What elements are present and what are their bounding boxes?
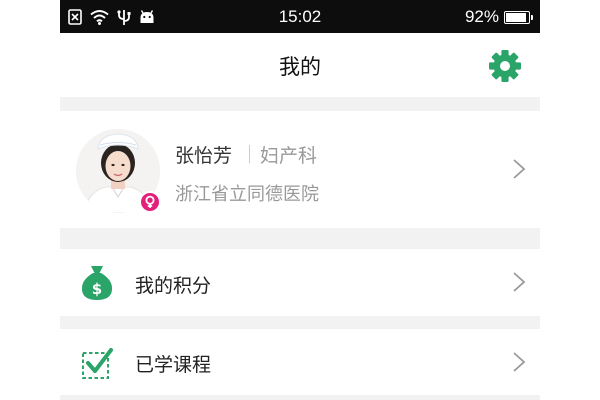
money-bag-icon: $	[81, 266, 113, 300]
battery-icon	[504, 10, 533, 24]
phone-screen: 15:02 92% 我的 张怡芳 妇产科 浙江省立同德医院 $ 我的积分 已学课…	[60, 0, 540, 400]
name-divider	[249, 145, 250, 163]
battery-status: 92%	[464, 7, 533, 27]
nav-bar: 我的	[60, 33, 540, 97]
battery-percent: 92%	[464, 7, 499, 26]
checklist-icon	[82, 348, 113, 379]
status-bar: 15:02 92%	[60, 0, 540, 33]
battery-level	[506, 12, 527, 22]
profile-department: 妇产科	[260, 145, 318, 167]
gear-icon	[489, 50, 521, 82]
chevron-right-icon	[513, 272, 526, 292]
svg-text:$: $	[92, 280, 102, 298]
profile-card[interactable]: 张怡芳 妇产科 浙江省立同德医院	[60, 111, 540, 228]
menu-item-label: 我的积分	[135, 275, 212, 297]
female-icon	[145, 195, 155, 208]
female-badge	[139, 191, 161, 213]
menu-item-completed-courses[interactable]: 已学课程	[60, 329, 540, 395]
chevron-right-icon	[513, 159, 526, 179]
menu-item-label: 已学课程	[135, 354, 212, 376]
profile-hospital: 浙江省立同德医院	[175, 184, 319, 205]
profile-name: 张怡芳	[175, 145, 233, 167]
chevron-right-icon	[513, 352, 526, 372]
settings-button[interactable]	[488, 49, 522, 83]
menu-item-my-points[interactable]: $ 我的积分	[60, 249, 540, 316]
page-title: 我的	[279, 55, 321, 79]
